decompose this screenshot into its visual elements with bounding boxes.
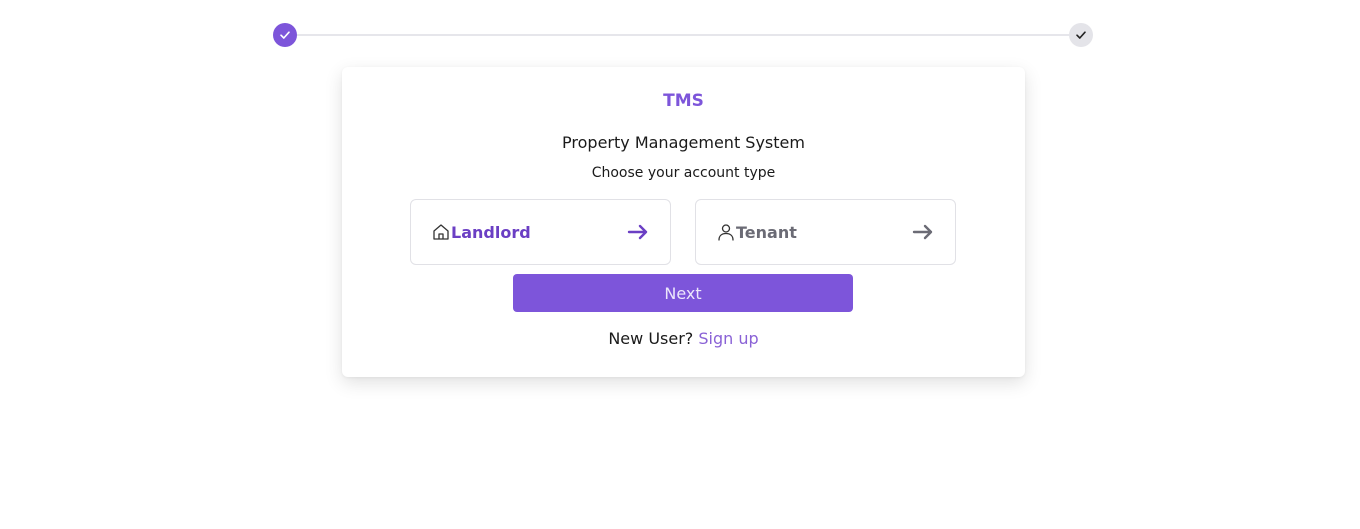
check-icon	[280, 31, 290, 39]
account-type-card: TMS Property Management System Choose yo…	[342, 67, 1025, 377]
stepper-line	[297, 34, 1069, 36]
tenant-option-button[interactable]: Tenant	[695, 199, 956, 265]
new-user-text: New User?	[608, 329, 694, 348]
signup-link[interactable]: Sign up	[698, 329, 758, 348]
step-1-indicator	[273, 23, 297, 47]
arrow-right-icon	[626, 220, 650, 244]
progress-stepper	[273, 23, 1093, 47]
landlord-option-label: Landlord	[451, 222, 531, 242]
check-icon	[1076, 31, 1086, 39]
home-icon	[431, 222, 451, 242]
tenant-option-label: Tenant	[736, 222, 797, 242]
brand-logo-text: TMS	[663, 91, 704, 111]
step-2-indicator	[1069, 23, 1093, 47]
landlord-option-button[interactable]: Landlord	[410, 199, 671, 265]
signup-prompt: New User? Sign up	[342, 329, 1025, 348]
page-subtitle: Property Management System	[562, 133, 805, 152]
arrow-right-icon	[911, 220, 935, 244]
next-button[interactable]: Next	[513, 274, 853, 312]
account-type-prompt: Choose your account type	[591, 165, 776, 181]
user-icon	[716, 222, 736, 242]
